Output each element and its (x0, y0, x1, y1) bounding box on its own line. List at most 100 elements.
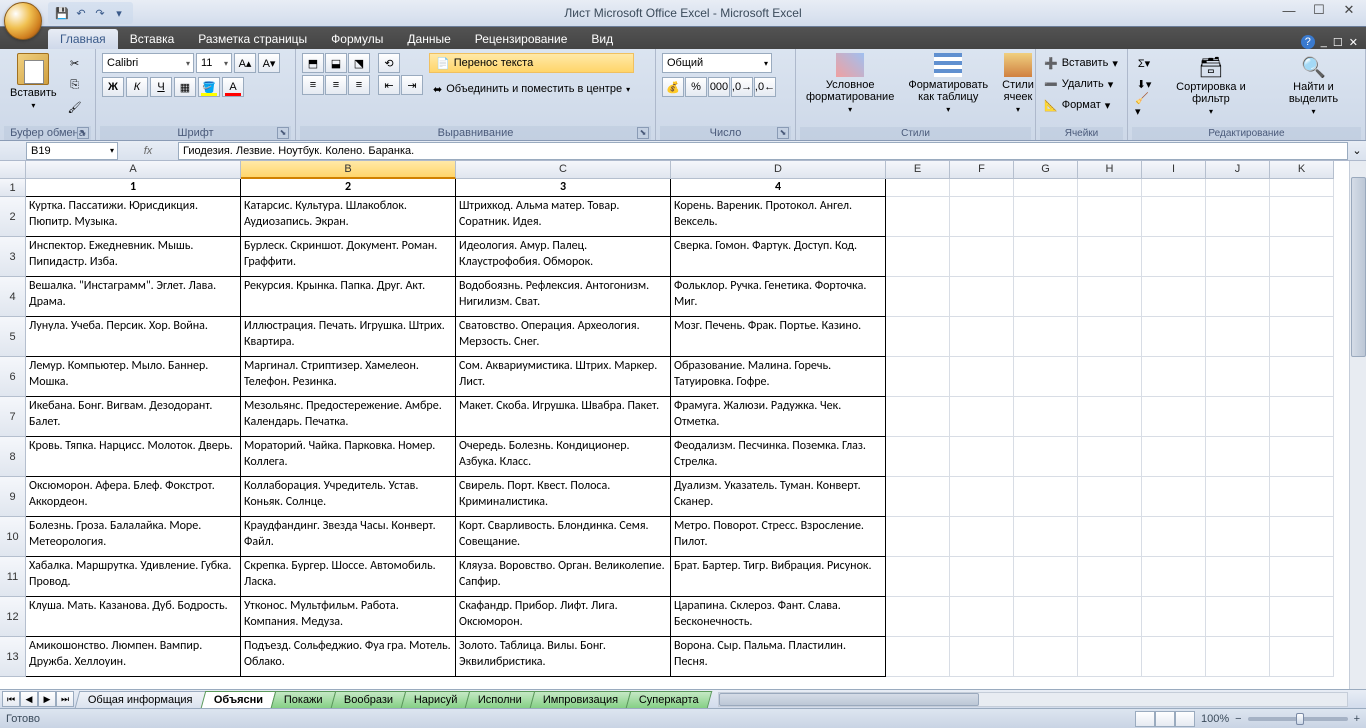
cell[interactable]: Корень. Вареник. Протокол. Ангел. Вексел… (671, 197, 886, 237)
clear-icon[interactable]: 🧹▾ (1134, 95, 1154, 115)
sheet-tab[interactable]: Суперкарта (626, 691, 712, 708)
cell[interactable]: Иллюстрация. Печать. Игрушка. Штрих. Ква… (241, 317, 456, 357)
dialog-launcher-icon[interactable]: ⬊ (77, 127, 89, 139)
col-header-E[interactable]: E (886, 161, 950, 179)
increase-decimal-icon[interactable]: ,0→ (731, 77, 753, 97)
row-header-13[interactable]: 13 (0, 637, 26, 677)
zoom-slider[interactable] (1248, 717, 1348, 721)
cell[interactable]: Оксюморон. Афера. Блеф. Фокстрот. Аккорд… (26, 477, 241, 517)
undo-icon[interactable]: ↶ (73, 5, 89, 21)
copy-icon[interactable]: ⎘ (65, 75, 85, 95)
cell[interactable]: Подъезд. Сольфеджио. Фуа гра. Мотель. Об… (241, 637, 456, 677)
percent-icon[interactable]: % (685, 77, 707, 97)
number-format-combo[interactable]: Общий (662, 53, 772, 73)
col-header-J[interactable]: J (1206, 161, 1270, 179)
ribbon-tab-4[interactable]: Данные (395, 29, 462, 49)
autosum-icon[interactable]: Σ▾ (1134, 53, 1154, 73)
help-icon[interactable]: ? (1301, 35, 1315, 49)
vertical-scrollbar[interactable] (1349, 161, 1366, 689)
cell[interactable]: Ворона. Сыр. Пальма. Пластилин. Песня. (671, 637, 886, 677)
row-header-3[interactable]: 3 (0, 237, 26, 277)
horizontal-scrollbar[interactable] (718, 692, 1348, 707)
cell[interactable]: Катарсис. Культура. Шлакоблок. Аудиозапи… (241, 197, 456, 237)
cell[interactable]: Кляуза. Воровство. Орган. Великолепие. С… (456, 557, 671, 597)
find-select-button[interactable]: 🔍Найти и выделить▾ (1268, 53, 1359, 118)
select-all-corner[interactable] (0, 161, 26, 179)
cell[interactable]: Инспектор. Ежедневник. Мышь. Пипидастр. … (26, 237, 241, 277)
cell[interactable]: Сом. Аквариумистика. Штрих. Маркер. Лист… (456, 357, 671, 397)
fill-icon[interactable]: ⬇▾ (1134, 74, 1154, 94)
cell[interactable]: Лемур. Компьютер. Мыло. Баннер. Мошка. (26, 357, 241, 397)
align-middle-icon[interactable]: ⬓ (325, 53, 347, 73)
col-header-A[interactable]: A (26, 161, 241, 179)
view-normal-icon[interactable] (1135, 711, 1155, 727)
cell[interactable]: Маргинал. Стриптизер. Хамелеон. Телефон.… (241, 357, 456, 397)
dialog-launcher-icon[interactable]: ⬊ (777, 127, 789, 139)
cell[interactable]: Мезольянс. Предостережение. Амбре. Кален… (241, 397, 456, 437)
cell[interactable]: Хабалка. Маршрутка. Удивление. Губка. Пр… (26, 557, 241, 597)
grow-font-icon[interactable]: A▴ (234, 53, 256, 73)
align-top-icon[interactable]: ⬒ (302, 53, 324, 73)
name-box[interactable]: B19 (26, 142, 118, 160)
sheet-tab[interactable]: Нарисуй (400, 691, 470, 708)
qat-more-icon[interactable]: ▾ (111, 5, 127, 21)
dialog-launcher-icon[interactable]: ⬊ (277, 127, 289, 139)
cell[interactable]: Очередь. Болезнь. Кондиционер. Азбука. К… (456, 437, 671, 477)
col-header-B[interactable]: B (241, 161, 456, 179)
row-header-11[interactable]: 11 (0, 557, 26, 597)
maximize-button[interactable]: ☐ (1304, 0, 1334, 20)
cell[interactable]: Метро. Поворот. Стресс. Взросление. Пило… (671, 517, 886, 557)
close-button[interactable]: ✕ (1334, 0, 1364, 20)
ribbon-tab-5[interactable]: Рецензирование (463, 29, 580, 49)
row-header-4[interactable]: 4 (0, 277, 26, 317)
font-name-combo[interactable]: Calibri (102, 53, 194, 73)
bold-button[interactable]: Ж (102, 77, 124, 97)
sheet-tab[interactable]: Импровизация (530, 691, 632, 708)
col-header-F[interactable]: F (950, 161, 1014, 179)
sheet-tab[interactable]: Общая информация (75, 691, 206, 708)
tab-nav-first-icon[interactable]: ⏮ (2, 691, 20, 707)
cell[interactable]: Водобоязнь. Рефлексия. Антогонизм. Нигил… (456, 277, 671, 317)
col-header-G[interactable]: G (1014, 161, 1078, 179)
ribbon-tab-1[interactable]: Вставка (118, 29, 187, 49)
zoom-out-icon[interactable]: − (1235, 713, 1241, 725)
ribbon-tab-3[interactable]: Формулы (319, 29, 395, 49)
cell[interactable]: Сватовство. Операция. Археология. Мерзос… (456, 317, 671, 357)
cell[interactable]: Болезнь. Гроза. Балалайка. Море. Метеоро… (26, 517, 241, 557)
row-header-5[interactable]: 5 (0, 317, 26, 357)
cell[interactable]: Образование. Малина. Горечь. Татуировка.… (671, 357, 886, 397)
cell[interactable]: Куртка. Пассатижи. Юрисдикция. Пюпитр. М… (26, 197, 241, 237)
cell[interactable]: Лунула. Учеба. Персик. Хор. Война. (26, 317, 241, 357)
col-header-H[interactable]: H (1078, 161, 1142, 179)
cell[interactable]: Свирель. Порт. Квест. Полоса. Криминалис… (456, 477, 671, 517)
col-header-K[interactable]: K (1270, 161, 1334, 179)
minimize-button[interactable]: — (1274, 0, 1304, 20)
cell[interactable]: Фрамуга. Жалюзи. Радужка. Чек. Отметка. (671, 397, 886, 437)
dialog-launcher-icon[interactable]: ⬊ (637, 127, 649, 139)
row-header-12[interactable]: 12 (0, 597, 26, 637)
row-header-9[interactable]: 9 (0, 477, 26, 517)
cell[interactable]: Дуализм. Указатель. Туман. Конверт. Скан… (671, 477, 886, 517)
office-button[interactable] (4, 2, 42, 40)
cell[interactable]: Царапина. Склероз. Фант. Слава. Бесконеч… (671, 597, 886, 637)
ribbon-tab-2[interactable]: Разметка страницы (186, 29, 319, 49)
zoom-in-icon[interactable]: + (1354, 713, 1360, 725)
fill-color-icon[interactable]: 🪣 (198, 77, 220, 97)
col-header-D[interactable]: D (671, 161, 886, 179)
formula-expand-icon[interactable]: ⌄ (1348, 144, 1366, 157)
align-right-icon[interactable]: ≡ (348, 75, 370, 95)
cell[interactable]: Вешалка. "Инстаграмм". Эглет. Лава. Драм… (26, 277, 241, 317)
view-layout-icon[interactable] (1155, 711, 1175, 727)
cell[interactable]: 3 (456, 179, 671, 197)
conditional-formatting-button[interactable]: Условное форматирование▾ (800, 51, 900, 116)
save-icon[interactable]: 💾 (54, 5, 70, 21)
ribbon-minimize-icon[interactable]: _ (1321, 36, 1327, 48)
tab-nav-last-icon[interactable]: ⏭ (56, 691, 74, 707)
wrap-text-button[interactable]: 📄Перенос текста (429, 53, 634, 73)
decrease-decimal-icon[interactable]: ,0← (754, 77, 776, 97)
redo-icon[interactable]: ↷ (92, 5, 108, 21)
merge-center-button[interactable]: ⬌Объединить и поместить в центре ▾ (429, 79, 634, 99)
insert-cells-button[interactable]: ➕ Вставить ▾ (1042, 53, 1120, 73)
format-painter-icon[interactable]: 🖌 (65, 97, 85, 117)
borders-icon[interactable]: ▦ (174, 77, 196, 97)
